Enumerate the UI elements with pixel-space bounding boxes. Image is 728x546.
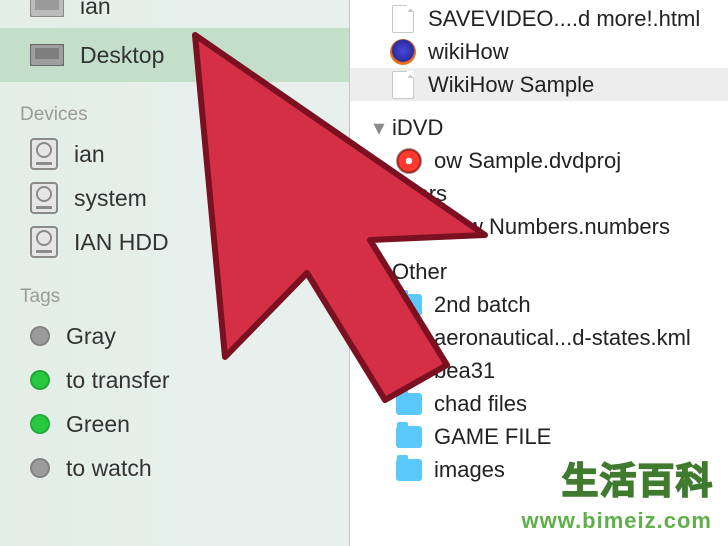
chevron-down-icon: ▾ bbox=[372, 115, 386, 141]
file-name: chad files bbox=[434, 391, 527, 417]
file-row[interactable]: ow Sample.dvdproj bbox=[350, 144, 728, 177]
folder-icon bbox=[396, 424, 422, 450]
tag-dot-icon bbox=[30, 414, 50, 434]
document-icon bbox=[396, 325, 422, 351]
group-header-numbers[interactable]: ▾ nbers bbox=[350, 177, 728, 210]
numbers-icon bbox=[396, 214, 422, 240]
sidebar-heading-devices: Devices bbox=[0, 82, 349, 132]
file-row[interactable]: SAVEVIDEO....d more!.html bbox=[350, 2, 728, 35]
group-label: iDVD bbox=[392, 115, 443, 141]
file-name: bea31 bbox=[434, 358, 495, 384]
sidebar-item-label: Gray bbox=[66, 323, 116, 350]
sidebar-item-label: to watch bbox=[66, 455, 152, 482]
file-row[interactable]: aeronautical...d-states.kml bbox=[350, 321, 728, 354]
hdd-icon bbox=[30, 138, 58, 170]
sidebar-tag-gray[interactable]: Gray bbox=[0, 314, 349, 358]
group-label: nbers bbox=[392, 181, 447, 207]
sidebar-tag-green[interactable]: Green bbox=[0, 402, 349, 446]
sidebar-item-ian[interactable]: ian bbox=[0, 132, 349, 176]
file-name: aeronautical...d-states.kml bbox=[434, 325, 691, 351]
sidebar-item-ian-top[interactable]: ian bbox=[0, 0, 349, 28]
file-name: wikiHow bbox=[428, 39, 509, 65]
group-header-other[interactable]: ▾ Other bbox=[350, 255, 728, 288]
file-name: SAVEVIDEO....d more!.html bbox=[428, 6, 700, 32]
sidebar-tag-to-transfer[interactable]: to transfer bbox=[0, 358, 349, 402]
sidebar-item-ian-hdd[interactable]: IAN HDD bbox=[0, 220, 349, 264]
file-row[interactable]: GAME FILE bbox=[350, 420, 728, 453]
file-row[interactable]: chad files bbox=[350, 387, 728, 420]
file-name: images bbox=[434, 457, 505, 483]
group-label: Other bbox=[392, 259, 447, 285]
file-name: GAME FILE bbox=[434, 424, 551, 450]
file-row[interactable]: iHow Numbers.numbers bbox=[350, 210, 728, 243]
chevron-down-icon: ▾ bbox=[372, 181, 386, 207]
file-list[interactable]: SAVEVIDEO....d more!.html wikiHow WikiHo… bbox=[350, 0, 728, 546]
sidebar-item-label: Desktop bbox=[80, 42, 164, 69]
sidebar-item-label: system bbox=[74, 185, 147, 212]
group-header-idvd[interactable]: ▾ iDVD bbox=[350, 111, 728, 144]
folder-icon bbox=[396, 391, 422, 417]
sidebar-item-system[interactable]: system bbox=[0, 176, 349, 220]
file-name: 2nd batch bbox=[434, 292, 531, 318]
file-name: WikiHow Sample bbox=[428, 72, 594, 98]
desktop-icon bbox=[30, 44, 64, 66]
file-name: iHow Numbers.numbers bbox=[434, 214, 670, 240]
tag-dot-icon bbox=[30, 370, 50, 390]
sidebar-item-label: ian bbox=[74, 141, 105, 168]
finder-window: ian Desktop Devices ian system bbox=[0, 0, 728, 546]
folder-icon bbox=[396, 292, 422, 318]
file-row[interactable]: images bbox=[350, 453, 728, 486]
sidebar-item-label: to transfer bbox=[66, 367, 170, 394]
sidebar-item-label: IAN HDD bbox=[74, 229, 169, 256]
sidebar-item-label: ian bbox=[80, 0, 111, 20]
desktop-icon bbox=[30, 0, 64, 17]
hdd-icon bbox=[30, 182, 58, 214]
firefox-icon bbox=[390, 39, 416, 65]
file-row[interactable]: WikiHow Sample bbox=[350, 68, 728, 101]
tag-dot-icon bbox=[30, 458, 50, 478]
sidebar-item-label: Green bbox=[66, 411, 130, 438]
document-icon bbox=[390, 6, 416, 32]
sidebar: ian Desktop Devices ian system bbox=[0, 0, 350, 546]
tag-dot-icon bbox=[30, 326, 50, 346]
hdd-icon bbox=[30, 226, 58, 258]
sidebar-heading-tags: Tags bbox=[0, 264, 349, 314]
chevron-down-icon: ▾ bbox=[372, 259, 386, 285]
document-icon bbox=[390, 72, 416, 98]
file-name: ow Sample.dvdproj bbox=[434, 148, 621, 174]
file-row[interactable]: bea31 bbox=[350, 354, 728, 387]
folder-icon bbox=[396, 457, 422, 483]
folder-icon bbox=[396, 358, 422, 384]
sidebar-tag-to-watch[interactable]: to watch bbox=[0, 446, 349, 490]
idvd-icon bbox=[396, 148, 422, 174]
file-row[interactable]: 2nd batch bbox=[350, 288, 728, 321]
sidebar-item-desktop[interactable]: Desktop bbox=[0, 28, 349, 82]
file-row[interactable]: wikiHow bbox=[350, 35, 728, 68]
